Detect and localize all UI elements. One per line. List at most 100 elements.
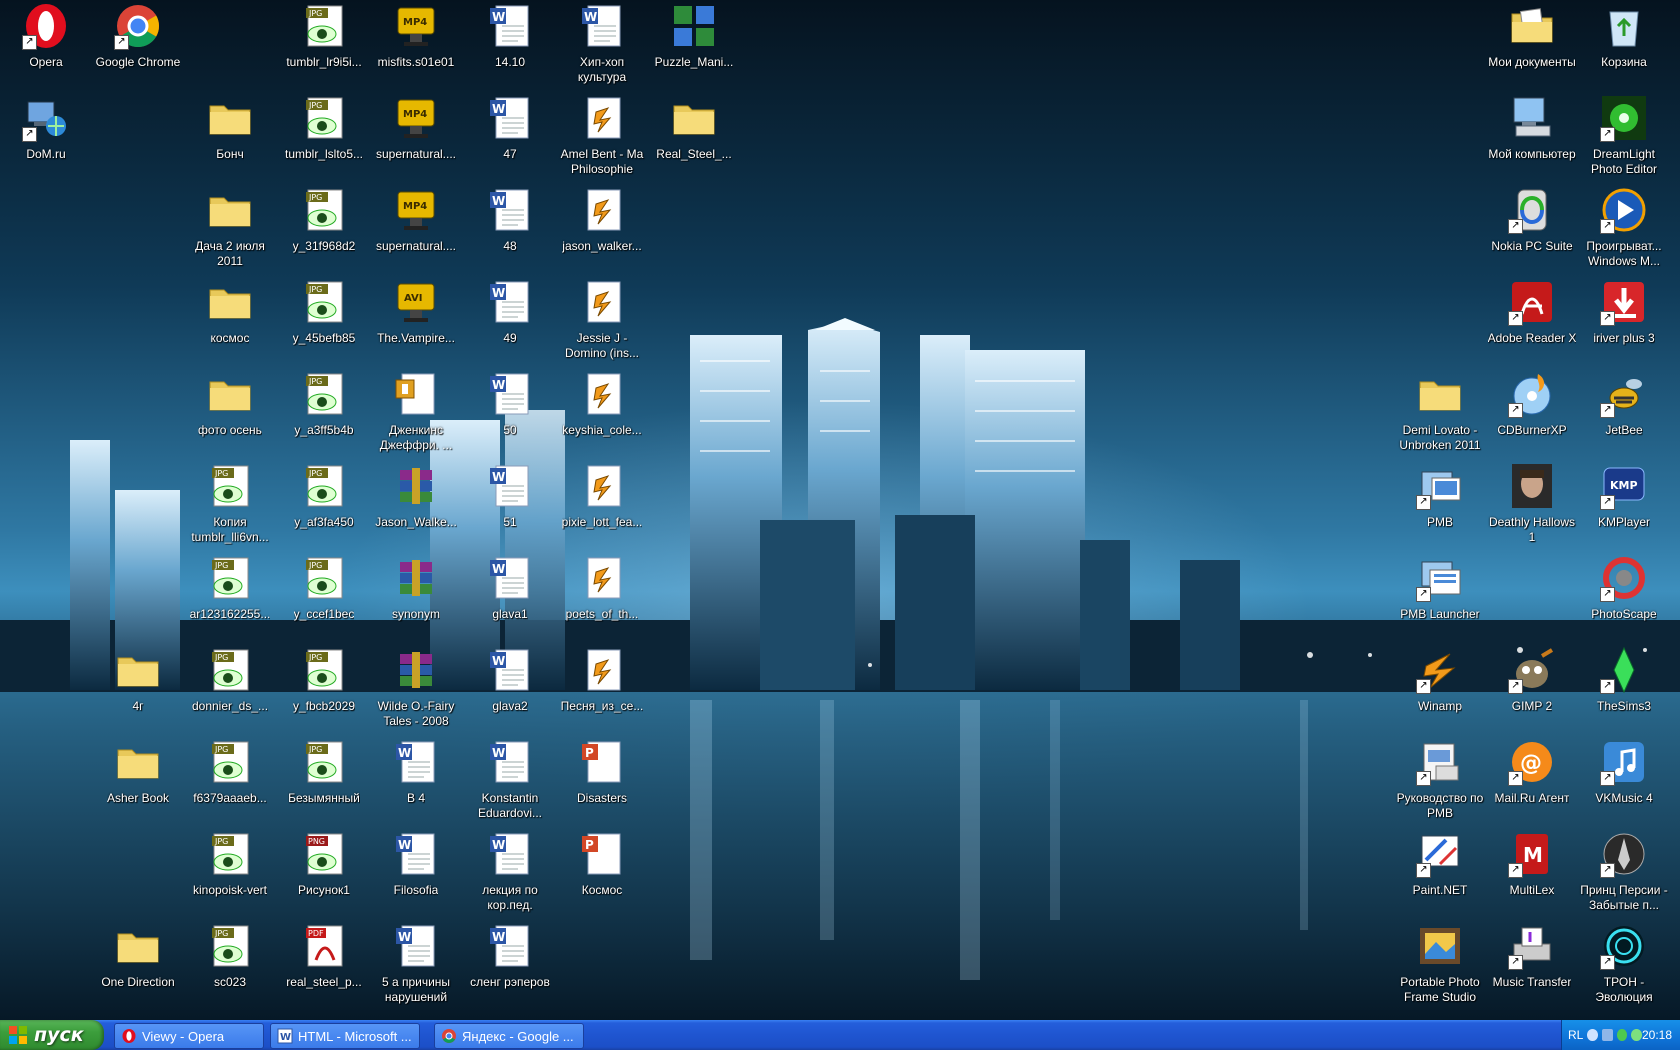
desktop-icon[interactable]: ↗ Проигрыват... Windows M...	[1578, 186, 1670, 269]
desktop-icon[interactable]: ↗ VKMusic 4	[1578, 738, 1670, 806]
desktop-icon[interactable]: W 47	[464, 94, 556, 162]
desktop-icon[interactable]: JPG kinopoisk-vert	[184, 830, 276, 898]
desktop-icon[interactable]: JPG sc023	[184, 922, 276, 990]
desktop-icon[interactable]: Мои документы	[1486, 2, 1578, 70]
desktop-icon[interactable]: Wglava1	[464, 554, 556, 622]
desktop-icon[interactable]: PNG Рисунок1	[278, 830, 370, 898]
desktop-icon[interactable]: Wлекция по кор.пед.	[464, 830, 556, 913]
desktop-icon[interactable]: JPG tumblr_lr9i5i...	[278, 2, 370, 70]
desktop-icon[interactable]: M ↗ MultiLex	[1486, 830, 1578, 898]
desktop-icon[interactable]: Jason_Walke...	[370, 462, 462, 530]
desktop-icon[interactable]: фото осень	[184, 370, 276, 438]
desktop-icon[interactable]: Jessie J - Domino (ins...	[556, 278, 648, 361]
desktop-icon[interactable]: ↗ GIMP 2	[1486, 646, 1578, 714]
desktop-icon[interactable]: ↗ iriver plus 3	[1578, 278, 1670, 346]
desktop-icon[interactable]: Puzzle_Mani...	[648, 2, 740, 70]
desktop-icon[interactable]: Wilde O.-Fairy Tales - 2008	[370, 646, 462, 729]
desktop-icon[interactable]: W 50	[464, 370, 556, 438]
desktop-icon[interactable]: W Konstantin Eduardovi...	[464, 738, 556, 821]
desktop-icon[interactable]: ↗ PMB	[1394, 462, 1486, 530]
desktop-icon[interactable]: ↗ PMB Launcher	[1394, 554, 1486, 622]
tray-agent-icon[interactable]	[1616, 1029, 1628, 1041]
desktop-icon[interactable]: ↗ Winamp	[1394, 646, 1486, 714]
desktop-icon[interactable]: Песня_из_се...	[556, 646, 648, 714]
desktop-icon[interactable]: JPG ar123162255...	[184, 554, 276, 622]
tray-network-icon[interactable]	[1602, 1029, 1613, 1041]
desktop-icon[interactable]: ↗ TheSims3	[1578, 646, 1670, 714]
desktop-icon[interactable]: synonym	[370, 554, 462, 622]
taskbar-button-chrome[interactable]: Яндекс - Google ...	[434, 1023, 584, 1049]
desktop-icon[interactable]: ↗ Принц Персии - Забытые п...	[1578, 830, 1670, 913]
desktop-icon[interactable]: MP4 misfits.s01e01	[370, 2, 462, 70]
desktop-icon[interactable]: Deathly Hallows 1	[1486, 462, 1578, 545]
desktop-icon[interactable]: ↗ Google Chrome	[92, 2, 184, 70]
desktop-icon[interactable]: Дача 2 июля 2011	[184, 186, 276, 269]
desktop-icon[interactable]: JPG y_ccef1bec	[278, 554, 370, 622]
desktop-icon[interactable]: Бонч	[184, 94, 276, 162]
desktop-icon[interactable]: jason_walker...	[556, 186, 648, 254]
desktop-icon[interactable]: JPG Безымянный	[278, 738, 370, 806]
clock[interactable]: 20:18	[1642, 1028, 1672, 1042]
desktop-icon[interactable]: ↗ DoM.ru	[0, 94, 92, 162]
desktop-icon[interactable]: JPG y_fbcb2029	[278, 646, 370, 714]
desktop-icon[interactable]: JPG Копия tumblr_lli6vn...	[184, 462, 276, 545]
desktop-icon[interactable]: ↗ Music Transfer	[1486, 922, 1578, 990]
desktop-icon[interactable]: @ ↗ Mail.Ru Агент	[1486, 738, 1578, 806]
desktop-icon[interactable]: W 48	[464, 186, 556, 254]
desktop-icon[interactable]: poets_of_th...	[556, 554, 648, 622]
desktop-icon[interactable]: JPG y_af3fa450	[278, 462, 370, 530]
language-indicator[interactable]: RL	[1568, 1028, 1583, 1042]
desktop-icon[interactable]: ↗ Nokia PC Suite	[1486, 186, 1578, 254]
desktop-icon[interactable]: Asher Book	[92, 738, 184, 806]
desktop-icon[interactable]: Real_Steel_...	[648, 94, 740, 162]
desktop-icon[interactable]: Portable Photo Frame Studio	[1394, 922, 1486, 1005]
desktop-icon[interactable]: W 49	[464, 278, 556, 346]
desktop-icon[interactable]: ↗ Руководство по PMB	[1394, 738, 1486, 821]
desktop-icon[interactable]: W 5 а причины нарушений	[370, 922, 462, 1005]
desktop-icon[interactable]: 4г	[92, 646, 184, 714]
desktop-icon[interactable]: ↗ CDBurnerXP	[1486, 370, 1578, 438]
desktop-icon[interactable]: keyshia_cole...	[556, 370, 648, 438]
desktop-icon[interactable]: Корзина	[1578, 2, 1670, 70]
desktop-icon[interactable]: JPG y_31f968d2	[278, 186, 370, 254]
desktop-icon[interactable]: Wglava2	[464, 646, 556, 714]
desktop-icon[interactable]: W Хип-хоп культура	[556, 2, 648, 85]
taskbar-button-word[interactable]: W HTML - Microsoft ...	[270, 1023, 420, 1049]
desktop-icon[interactable]: JPG f6379aaaeb...	[184, 738, 276, 806]
desktop-icon[interactable]: Demi Lovato - Unbroken 2011	[1394, 370, 1486, 453]
start-button[interactable]: пуск	[0, 1020, 104, 1050]
desktop-icon[interactable]: JPG tumblr_lslto5...	[278, 94, 370, 162]
desktop-icon[interactable]: W Filosofia	[370, 830, 462, 898]
desktop-icon[interactable]: ↗ Opera	[0, 2, 92, 70]
desktop-icon[interactable]: One Direction	[92, 922, 184, 990]
desktop-icon[interactable]: Мой компьютер	[1486, 94, 1578, 162]
desktop-icon[interactable]: ↗ JetBee	[1578, 370, 1670, 438]
desktop-icon[interactable]: Wсленг рэперов	[464, 922, 556, 990]
desktop-icon[interactable]: W 14.10	[464, 2, 556, 70]
desktop-icon[interactable]: PDF real_steel_p...	[278, 922, 370, 990]
taskbar-button-opera[interactable]: Viewy - Opera	[114, 1023, 264, 1049]
desktop-icon[interactable]: космос	[184, 278, 276, 346]
desktop-icon[interactable]: AVI The.Vampire...	[370, 278, 462, 346]
desktop-icon[interactable]: ↗ Paint.NET	[1394, 830, 1486, 898]
desktop-icon[interactable]: KMP ↗ KMPlayer	[1578, 462, 1670, 530]
desktop-icon[interactable]: P Disasters	[556, 738, 648, 806]
desktop-icon[interactable]: MP4 supernatural....	[370, 186, 462, 254]
desktop-icon[interactable]: P Космос	[556, 830, 648, 898]
tray-arrow-icon[interactable]	[1587, 1029, 1598, 1041]
desktop-icon[interactable]: Дженкинс Джеффри. ...	[370, 370, 462, 453]
desktop-icon[interactable]: ↗ Adobe Reader X	[1486, 278, 1578, 346]
desktop-icon[interactable]: W 51	[464, 462, 556, 530]
desktop-icon[interactable]: JPG y_a3ff5b4b	[278, 370, 370, 438]
desktop-icon[interactable]: pixie_lott_fea...	[556, 462, 648, 530]
desktop-icon[interactable]: ↗ ТРОН - Эволюция	[1578, 922, 1670, 1005]
desktop-icon[interactable]: JPG y_45befb85	[278, 278, 370, 346]
desktop-icon[interactable]: JPG donnier_ds_...	[184, 646, 276, 714]
folder-icon	[206, 186, 254, 234]
desktop-icon[interactable]: W В 4	[370, 738, 462, 806]
desktop-icon[interactable]: MP4 supernatural....	[370, 94, 462, 162]
desktop-icon[interactable]: ↗ DreamLight Photo Editor	[1578, 94, 1670, 177]
desktop-icon[interactable]: Amel Bent - Ma Philosophie	[556, 94, 648, 177]
desktop-icon[interactable]: ↗ PhotoScape	[1578, 554, 1670, 622]
tray-sims-icon[interactable]	[1631, 1029, 1642, 1041]
